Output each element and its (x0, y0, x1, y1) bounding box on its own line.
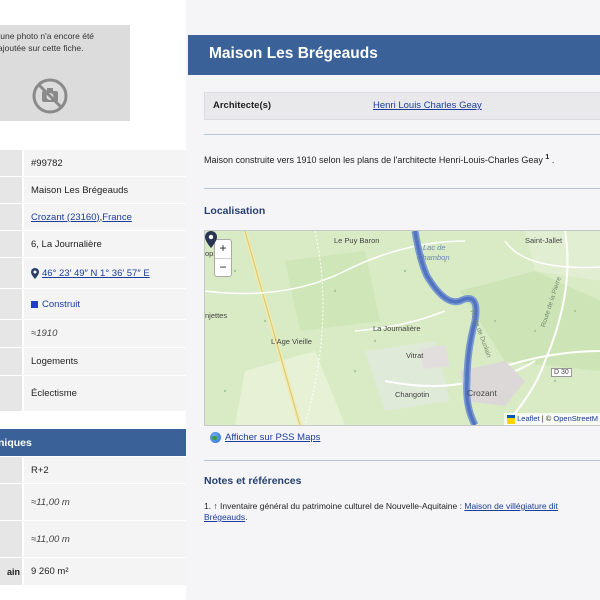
map-label-saint-jallet: Saint-Jallet (525, 236, 563, 245)
photo-placeholder-text: cune photo n'a encore été ajoutée sur ce… (0, 30, 130, 54)
map-label-lage-vieille: L'Age Vieille (271, 337, 312, 346)
info-style-value: Éclectisme (24, 376, 186, 411)
attribution-separator: | © (539, 414, 554, 424)
info-row-commune: Crozant (23160), France (0, 204, 186, 231)
technical-section-title: niques (0, 436, 32, 449)
info-row-status: Construit (0, 289, 186, 320)
divider (204, 460, 600, 461)
info-coordinates-value: 46° 23′ 49″ N 1° 36′ 57″ E (24, 258, 186, 288)
tech-land-area-label: ain (6, 566, 20, 577)
map-label-d30: D 30 (551, 368, 572, 377)
notes-link-part2[interactable]: Brégeauds (204, 512, 245, 522)
footnote-ref[interactable]: 1 (545, 154, 549, 161)
pss-maps-link-container: Afficher sur PSS Maps (210, 432, 320, 443)
info-row-use: Logements (0, 348, 186, 376)
location-map[interactable]: Le Puy Baron Saint-Jallet Lac de Chambon… (204, 230, 600, 426)
map-label-lac: Lac de (423, 243, 446, 252)
info-name-value: Maison Les Brégeauds (24, 177, 186, 203)
map-pin-icon (31, 267, 39, 279)
photo-text-line2: ajoutée sur cette fiche. (0, 43, 84, 53)
tech-row-land-area: ain 9 260 m² (0, 558, 186, 586)
description-text: Maison construite vers 1910 selon les pl… (204, 155, 543, 165)
title-bar: Maison Les Brégeauds (188, 35, 600, 75)
osm-link[interactable]: OpenStreetM (553, 414, 598, 423)
photo-placeholder: cune photo n'a encore été ajoutée sur ce… (0, 25, 130, 121)
coordinates-link[interactable]: 46° 23′ 49″ N 1° 36′ 57″ E (42, 268, 150, 279)
commune-link[interactable]: Crozant (23160) (31, 212, 100, 223)
architect-box: Architecte(s) Henri Louis Charles Geay (204, 92, 600, 120)
zoom-out-button[interactable]: − (215, 259, 231, 277)
map-attribution: Leaflet | © OpenStreetM (504, 413, 600, 425)
tech-land-area-value: 9 260 m² (24, 558, 186, 585)
tech-levels-value: R+2 (24, 457, 186, 483)
notes-title: Notes et références (204, 475, 302, 487)
map-label-chambon: Chambon (417, 253, 450, 262)
page-title: Maison Les Brégeauds (209, 45, 378, 62)
info-date-value: ≈1910 (24, 320, 186, 347)
tech-row-height: ≈11,00 m (0, 484, 186, 521)
left-sidebar: cune photo n'a encore été ajoutée sur ce… (0, 0, 186, 600)
info-row-coordinates: 46° 23′ 49″ N 1° 36′ 57″ E (0, 258, 186, 289)
globe-icon (210, 432, 221, 443)
no-camera-icon (32, 78, 68, 114)
tech-height-value: ≈11,00 m (24, 484, 186, 520)
info-commune-value: Crozant (23160), France (24, 204, 186, 230)
notes-prefix: 1. ↑ Inventaire général du patrimoine cu… (204, 501, 465, 511)
tech-width-value: ≈11,00 m (24, 521, 186, 557)
info-status-value: Construit (24, 289, 186, 319)
leaflet-link[interactable]: Leaflet (517, 414, 540, 423)
map-label-vitrat: Vitrat (406, 351, 424, 360)
map-label-journaliere: La Journalière (373, 324, 421, 333)
technical-section-header: niques (0, 429, 186, 456)
info-row-id: #99782 (0, 150, 186, 177)
ukraine-flag-icon (507, 415, 516, 424)
country-link[interactable]: France (102, 212, 132, 223)
divider (204, 134, 600, 135)
map-label-changotin: Changotin (395, 390, 430, 399)
info-row-style: Éclectisme (0, 376, 186, 412)
tech-row-levels: R+2 (0, 457, 186, 484)
description-end: . (551, 155, 555, 165)
localisation-title: Localisation (204, 205, 266, 217)
info-address-value: 6, La Journalière (24, 231, 186, 257)
status-label: Construit (42, 298, 81, 310)
architect-link[interactable]: Henri Louis Charles Geay (373, 100, 482, 111)
zoom-in-button[interactable]: + (215, 240, 231, 259)
description: Maison construite vers 1910 selon les pl… (204, 154, 554, 165)
status-square-icon (31, 300, 38, 308)
info-row-address: 6, La Journalière (0, 231, 186, 258)
divider (204, 188, 600, 189)
map-label-jettes: njettes (205, 311, 228, 320)
info-row-name: Maison Les Brégeauds (0, 177, 186, 204)
map-label-puy-baron: Le Puy Baron (334, 236, 380, 245)
notes-link-part1[interactable]: Maison de villégiature dit (464, 501, 558, 511)
pss-maps-link[interactable]: Afficher sur PSS Maps (225, 432, 320, 443)
map-label-crozant: Crozant (467, 388, 497, 398)
footnote-ref-link[interactable]: 1 (545, 154, 549, 161)
architect-label: Architecte(s) (213, 100, 272, 111)
info-row-date: ≈1910 (0, 320, 186, 348)
info-id-value: #99782 (24, 150, 186, 176)
notes-end: . (245, 512, 248, 522)
notes-reference-1: 1. ↑ Inventaire général du patrimoine cu… (204, 501, 600, 523)
main-content: Maison Les Brégeauds Architecte(s) Henri… (186, 0, 600, 600)
info-use-value: Logements (24, 348, 186, 375)
tech-row-width: ≈11,00 m (0, 521, 186, 558)
photo-text-line1: cune photo n'a encore été (0, 31, 95, 41)
map-marker-icon[interactable] (205, 231, 217, 248)
